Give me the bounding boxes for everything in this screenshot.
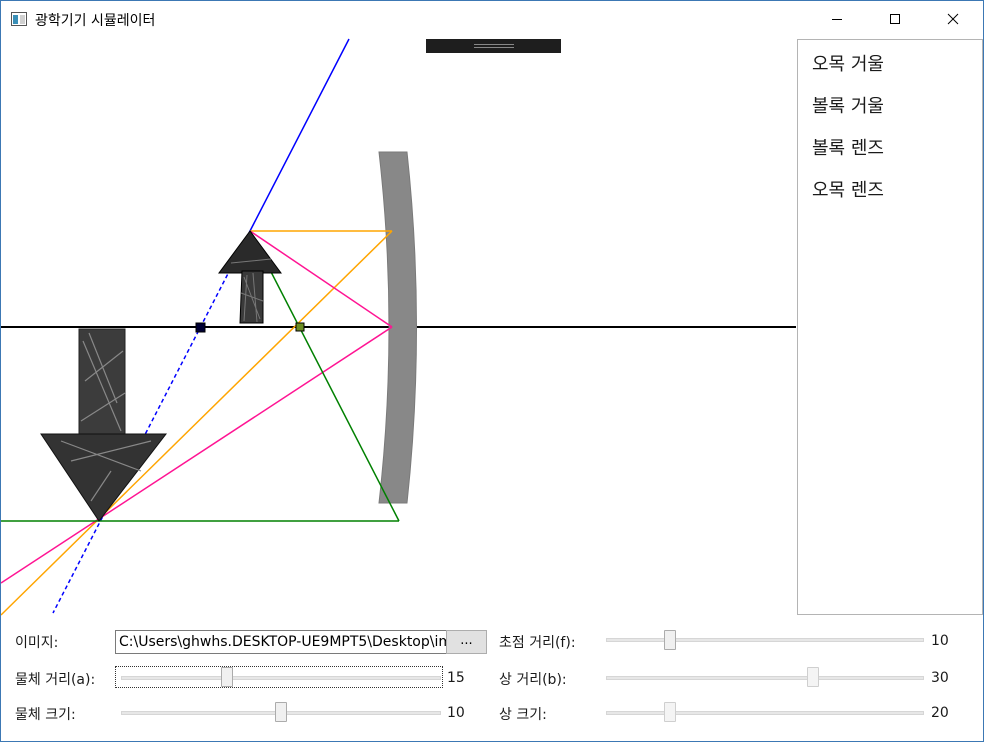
app-window: 광학기기 시뮬레이터 오목 거울 볼록 거울 볼록 렌즈 오목 렌즈 이미지: … [0,0,984,742]
ray-pink-incident [249,230,393,328]
object-distance-label: 물체 거리(a): [15,672,96,688]
list-item-concave-mirror[interactable]: 오목 거울 [812,50,884,76]
focal-length-track[interactable] [606,638,924,642]
window-title: 광학기기 시뮬레이터 [35,13,156,29]
image-distance-label: 상 거리(b): [499,672,567,688]
image-size-slider[interactable] [663,702,676,722]
focal-point-marker[interactable] [295,322,305,332]
focal-length-value: 10 [931,633,949,649]
center-point-marker[interactable] [195,322,206,333]
object-size-label: 물체 크기: [15,707,76,723]
image-arrow [40,328,168,522]
list-item-convex-lens[interactable]: 볼록 렌즈 [812,134,884,160]
object-size-slider[interactable] [275,702,287,722]
minimize-icon [832,19,842,20]
image-distance-slider[interactable] [806,667,819,687]
image-distance-track[interactable] [606,676,924,680]
image-path-input[interactable]: C:\Users\ghwhs.DESKTOP-UE9MPT5\Desktop\i… [115,630,448,654]
ray-blue-solid [249,38,350,232]
object-distance-slider[interactable] [220,667,233,687]
image-size-value: 20 [931,705,949,721]
list-item-concave-lens[interactable]: 오목 렌즈 [812,176,884,202]
maximize-button[interactable] [872,1,918,37]
app-window-icon [11,12,27,26]
browse-button[interactable]: ... [446,630,487,654]
title-bar[interactable]: 광학기기 시뮬레이터 [1,1,983,37]
list-item-convex-mirror[interactable]: 볼록 거울 [812,92,884,118]
image-distance-value: 30 [931,670,949,686]
minimize-button[interactable] [814,1,860,37]
ray-orange-reflected [1,230,393,616]
drag-handle[interactable] [426,39,561,53]
object-distance-value: 15 [447,670,465,686]
maximize-icon [890,14,900,24]
focal-length-label: 초점 거리(f): [499,635,576,651]
image-size-track[interactable] [606,711,924,715]
image-label: 이미지: [15,635,59,651]
simulation-canvas[interactable] [1,38,796,623]
object-size-value: 10 [447,705,465,721]
optics-list: 오목 거울 볼록 거울 볼록 렌즈 오목 렌즈 [797,39,983,615]
image-size-label: 상 크기: [499,707,547,723]
close-icon [947,13,959,25]
object-distance-track[interactable] [121,676,441,680]
close-button[interactable] [930,1,976,37]
ray-green-incident [249,230,400,522]
focal-length-slider[interactable] [663,630,676,650]
